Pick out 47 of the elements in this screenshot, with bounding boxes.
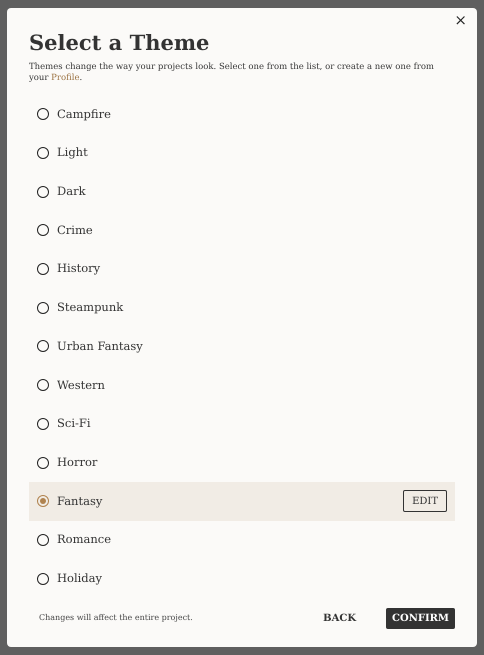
radio-icon bbox=[37, 263, 49, 276]
theme-label: Dark bbox=[57, 183, 86, 200]
confirm-button[interactable]: CONFIRM bbox=[386, 608, 455, 629]
theme-option[interactable]: Steampunk bbox=[29, 288, 455, 328]
radio-icon bbox=[37, 340, 49, 352]
radio-icon bbox=[37, 186, 49, 198]
radio-icon bbox=[37, 224, 49, 236]
theme-option[interactable]: Dark bbox=[29, 172, 455, 212]
radio-icon bbox=[37, 456, 49, 469]
back-button[interactable]: BACK bbox=[317, 608, 362, 628]
theme-option[interactable]: Sci-Fi bbox=[29, 404, 455, 444]
theme-option[interactable]: Campfire bbox=[29, 95, 455, 134]
theme-label: History bbox=[57, 260, 100, 278]
radio-icon bbox=[37, 495, 49, 508]
dialog-title: Select a Theme bbox=[29, 30, 210, 56]
theme-option[interactable]: Urban Fantasy bbox=[29, 327, 455, 366]
theme-label: Horror bbox=[57, 454, 98, 471]
edit-button[interactable]: EDIT bbox=[403, 490, 447, 512]
theme-label: Light bbox=[57, 144, 88, 162]
theme-label: Sci-Fi bbox=[57, 415, 91, 432]
theme-option[interactable]: Holiday bbox=[29, 559, 455, 598]
theme-label: Steampunk bbox=[57, 299, 124, 316]
radio-icon bbox=[37, 302, 49, 314]
theme-label: Romance bbox=[57, 531, 111, 548]
theme-label: Holiday bbox=[57, 570, 102, 587]
theme-label: Campfire bbox=[57, 106, 111, 123]
radio-icon bbox=[37, 534, 49, 546]
theme-option[interactable]: History bbox=[29, 250, 455, 288]
close-button[interactable]: × bbox=[452, 13, 469, 28]
radio-icon bbox=[37, 418, 49, 430]
radio-icon bbox=[37, 108, 49, 120]
theme-option[interactable]: Horror bbox=[29, 443, 455, 482]
radio-icon bbox=[37, 572, 49, 585]
theme-option[interactable]: Fantasy EDIT bbox=[29, 482, 455, 521]
profile-link[interactable]: Profile bbox=[51, 73, 80, 83]
theme-label: Fantasy bbox=[57, 492, 102, 510]
theme-option[interactable]: Western bbox=[29, 366, 455, 404]
radio-icon bbox=[37, 147, 49, 160]
theme-label: Western bbox=[57, 376, 105, 394]
radio-icon bbox=[37, 379, 49, 392]
theme-option[interactable]: Crime bbox=[29, 211, 455, 250]
theme-label: Crime bbox=[57, 222, 93, 239]
theme-option[interactable]: Romance bbox=[29, 520, 455, 560]
dialog-description: Themes change the way your projects look. Select one from the list, or create a new one from your Profile. bbox=[29, 62, 435, 84]
theme-label: Urban Fantasy bbox=[57, 338, 143, 355]
theme-option[interactable]: Light bbox=[29, 134, 455, 172]
footer-note: Changes will affect the entire project. bbox=[39, 612, 193, 624]
